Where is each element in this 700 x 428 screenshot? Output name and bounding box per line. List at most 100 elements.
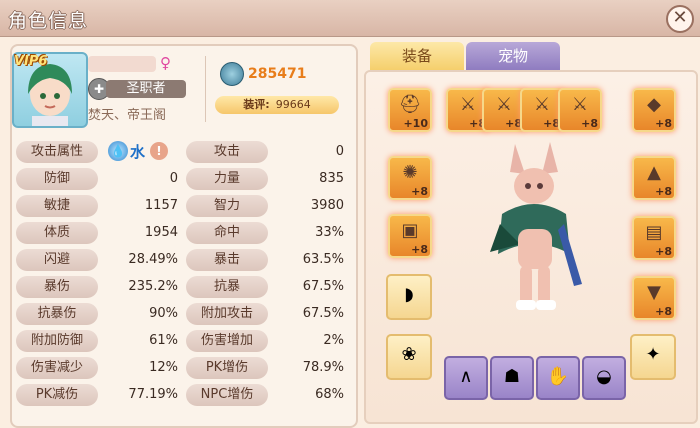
slot-boots[interactable]: ▼ +8 <box>632 276 676 320</box>
stat-value: 12% <box>149 360 178 375</box>
close-button[interactable]: ✕ <box>666 5 694 33</box>
window-title: 角色信息 <box>8 10 89 32</box>
stat-label: 附加攻击 <box>186 303 268 325</box>
stat-label: 攻击 <box>186 141 268 163</box>
stat-value: 28.49% <box>128 252 178 267</box>
stat-row: 攻击 0 <box>186 141 348 163</box>
stat-row: 抗暴 67.5% <box>186 276 348 298</box>
cloak-icon: ◗ <box>404 284 414 305</box>
armor-icon: ▲ <box>647 162 661 183</box>
slot-chest[interactable]: ▣ +8 <box>388 214 432 258</box>
pet-part-feet[interactable]: ◒ <box>582 356 626 400</box>
stat-value: 90% <box>149 306 178 321</box>
stat-row: 体质 1954 <box>16 222 182 244</box>
warning-icon[interactable]: ! <box>150 142 168 160</box>
score-label: 装评: <box>243 98 270 111</box>
sword-icon: ⚔ <box>533 94 551 115</box>
stat-value: 67.5% <box>302 306 344 321</box>
stat-label: 伤害减少 <box>16 357 98 379</box>
slot-armor[interactable]: ▲ +8 <box>632 156 676 200</box>
stat-row: 敏捷 1157 <box>16 195 182 217</box>
stat-label: 防御 <box>16 168 98 190</box>
slot-cloak[interactable]: ◗ <box>386 274 432 320</box>
stat-row: 附加防御 61% <box>16 330 182 352</box>
stat-value: 0 <box>335 144 344 159</box>
pet-part-ears[interactable]: ∧ <box>444 356 488 400</box>
stat-value: 77.19% <box>128 387 178 402</box>
stat-value: 63.5% <box>302 252 344 267</box>
class-name: 圣职者 <box>106 80 186 98</box>
stat-row: 附加攻击 67.5% <box>186 303 348 325</box>
sword-icon: ⚔ <box>495 94 513 115</box>
stat-row: 力量 835 <box>186 168 348 190</box>
female-icon: ♀ <box>160 54 171 72</box>
slot-weapon-4[interactable]: ⚔ +8 <box>558 88 602 132</box>
slot-necklace[interactable]: ❀ <box>386 334 432 380</box>
power-icon <box>220 62 244 86</box>
stat-value: 68% <box>315 387 344 402</box>
slot-ornament[interactable]: ✦ <box>630 334 676 380</box>
enhance-level: +8 <box>411 185 428 198</box>
stat-value: 78.9% <box>302 360 344 375</box>
helmet-icon: ⛑ <box>398 94 422 115</box>
stat-label: 伤害增加 <box>186 330 268 352</box>
stat-value: 0 <box>169 171 178 186</box>
stat-value: 1954 <box>144 225 178 240</box>
player-name-field <box>88 56 156 72</box>
stat-label: 敏捷 <box>16 195 98 217</box>
element-value: 水 <box>130 143 146 161</box>
tab-equipment[interactable]: 装备 <box>370 42 464 70</box>
enhance-level: +10 <box>403 117 428 130</box>
equipment-score: 装评: 99664 <box>215 96 339 114</box>
stat-row: PK增伤 78.9% <box>186 357 348 379</box>
enhance-level: +8 <box>411 243 428 256</box>
water-drop-icon: 💧 <box>108 141 128 161</box>
slot-gem[interactable]: ◆ +8 <box>632 88 676 132</box>
tab-pet[interactable]: 宠物 <box>466 42 560 70</box>
header-divider <box>205 56 206 122</box>
slot-belt[interactable]: ▤ +8 <box>632 216 676 260</box>
gloves-icon: ✋ <box>546 366 570 387</box>
body-icon: ☗ <box>503 366 521 387</box>
stat-label: 力量 <box>186 168 268 190</box>
enhance-level: +8 <box>655 305 672 318</box>
vip-badge: VIP6 <box>14 54 48 69</box>
stat-row: 命中 33% <box>186 222 348 244</box>
pet-part-gloves[interactable]: ✋ <box>536 356 580 400</box>
stat-row: 智力 3980 <box>186 195 348 217</box>
stat-value: 1157 <box>144 198 178 213</box>
server-guild: 焚天、帝王阁 <box>88 108 167 123</box>
stat-row: 闪避 28.49% <box>16 249 182 271</box>
slot-shield[interactable]: ✺ +8 <box>388 156 432 200</box>
stat-value: 3980 <box>310 198 344 213</box>
stat-label: 体质 <box>16 222 98 244</box>
sword-icon: ⚔ <box>571 94 589 115</box>
feet-icon: ◒ <box>596 366 612 387</box>
stat-label: PK减伤 <box>16 384 98 406</box>
stat-label: 智力 <box>186 195 268 217</box>
stat-row: 暴击 63.5% <box>186 249 348 271</box>
enhance-level: +8 <box>655 117 672 130</box>
chest-icon: ▣ <box>401 220 419 241</box>
stat-label: 暴击 <box>186 249 268 271</box>
score-value: 99664 <box>275 98 311 111</box>
stat-row: 暴伤 235.2% <box>16 276 182 298</box>
shield-icon: ✺ <box>402 162 418 183</box>
stat-value: 235.2% <box>128 279 178 294</box>
necklace-icon: ❀ <box>401 344 417 365</box>
slot-helmet[interactable]: ⛑ +10 <box>388 88 432 132</box>
stat-value: 61% <box>149 333 178 348</box>
ears-icon: ∧ <box>459 366 473 387</box>
stat-row: 防御 0 <box>16 168 182 190</box>
stat-label: 暴伤 <box>16 276 98 298</box>
combat-power: 285471 <box>248 66 307 82</box>
belt-icon: ▤ <box>645 222 663 243</box>
stat-label: 命中 <box>186 222 268 244</box>
pet-part-body[interactable]: ☗ <box>490 356 534 400</box>
stat-label: NPC增伤 <box>186 384 268 406</box>
gem-icon: ◆ <box>647 94 661 115</box>
stat-value: 835 <box>319 171 344 186</box>
character-model[interactable] <box>480 134 600 324</box>
title-bar: 角色信息 ✕ <box>0 0 700 37</box>
stat-value: 33% <box>315 225 344 240</box>
